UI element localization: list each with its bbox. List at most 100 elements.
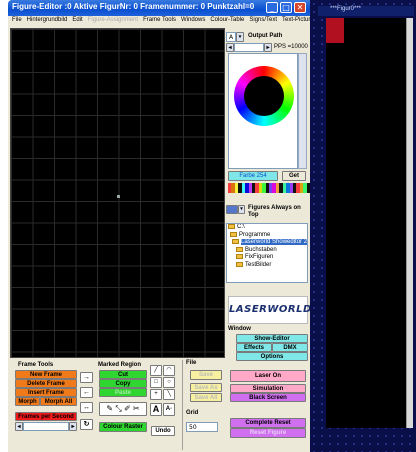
- menu-item[interactable]: Hintergrundbild: [27, 17, 68, 26]
- morph-all-button[interactable]: Morph All: [40, 397, 77, 406]
- text-size-icon[interactable]: A◦: [163, 403, 175, 416]
- close-button[interactable]: ✕: [294, 2, 306, 13]
- black-screen-button[interactable]: Black Screen: [230, 393, 306, 402]
- save-button[interactable]: Save: [190, 370, 222, 380]
- complete-reset-button[interactable]: Complete Reset: [230, 418, 306, 428]
- figures-toggle[interactable]: [226, 205, 238, 214]
- colour-wheel[interactable]: [234, 66, 294, 126]
- output-path-dropdown[interactable]: ▾: [236, 32, 244, 42]
- fps-scrollbar[interactable]: [23, 422, 69, 431]
- tree-item-label: Programme: [239, 231, 271, 238]
- rotate-icon[interactable]: ↻: [80, 419, 93, 430]
- tree-item[interactable]: TestBilder: [227, 261, 307, 270]
- origin-marker: [117, 195, 120, 198]
- insert-frame-button[interactable]: Insert Frame: [15, 388, 77, 397]
- arrow-both-icon[interactable]: ↔: [80, 402, 93, 413]
- pps-label: PPS =10000: [274, 44, 308, 50]
- tree-item-label: C:\: [237, 224, 245, 230]
- options-button[interactable]: Options: [236, 352, 308, 361]
- curve-tool-icon[interactable]: ◠: [163, 365, 175, 376]
- line-tool-icon[interactable]: ╱: [150, 365, 162, 376]
- save-all-button[interactable]: Save All: [190, 393, 222, 402]
- new-frame-button[interactable]: New Frame: [15, 370, 77, 379]
- window-title: Figure-Editor :0 Aktive FigurNr: 0 Frame…: [12, 2, 255, 11]
- cut-button[interactable]: Cut: [99, 370, 147, 379]
- pps-scrollbar[interactable]: [234, 43, 264, 52]
- copy-button[interactable]: Copy: [99, 379, 147, 388]
- farbe-display: Farbe 254: [228, 171, 278, 181]
- minimize-button[interactable]: _: [266, 2, 278, 13]
- tree-item-label: Laserworld Showeditor 200: [241, 239, 307, 245]
- morph-button[interactable]: Morph: [15, 397, 40, 406]
- tree-item-label: Buchstaben: [245, 246, 277, 253]
- monitor-scrollbar[interactable]: [406, 18, 413, 428]
- tree-item[interactable]: FixFiguren: [227, 254, 307, 262]
- file-group-title: File: [186, 360, 197, 366]
- folder-icon: [232, 239, 239, 244]
- monitor-marker: [326, 18, 344, 43]
- laser-on-button[interactable]: Laser On: [230, 370, 306, 382]
- undo-button[interactable]: Undo: [151, 426, 175, 436]
- fps-right-arrow[interactable]: ▸: [69, 422, 77, 431]
- ellipse-tool-icon[interactable]: ○: [163, 377, 175, 388]
- reset-figure-button[interactable]: Reset Figure: [230, 428, 306, 438]
- monitor-canvas[interactable]: [326, 18, 411, 428]
- tree-item-label: TestBilder: [245, 261, 272, 268]
- save-as-button[interactable]: Save As: [190, 383, 222, 392]
- arrow-left-icon[interactable]: ←: [80, 387, 93, 398]
- paste-button[interactable]: Paste: [99, 388, 147, 397]
- right-panel: A ▾ Output Path ◂ ▸ PPS =10000 Farbe 254…: [226, 28, 311, 361]
- menu-item[interactable]: Figure-Assignment: [88, 17, 138, 26]
- tree-item[interactable]: Laserworld Showeditor 200: [227, 239, 307, 247]
- menu-bar: File Hintergrundbild Edit Figure-Assignment…: [8, 16, 310, 26]
- folder-icon: [236, 254, 243, 259]
- menu-item[interactable]: Frame Tools: [143, 17, 176, 26]
- file-tree[interactable]: C:\ Programme Laserworld Showeditor 200 Buc…: [226, 223, 308, 283]
- grid-input[interactable]: 50: [186, 422, 218, 432]
- simulation-button[interactable]: Simulation: [230, 384, 306, 393]
- window-titlebar: Figure-Editor :0 Aktive FigurNr: 0 Frame…: [8, 0, 310, 16]
- grid-label: Grid: [186, 410, 199, 416]
- folder-icon: [236, 246, 243, 252]
- output-path-label: Output Path: [248, 33, 283, 39]
- folder-icon: [236, 261, 243, 267]
- drawing-canvas[interactable]: [10, 28, 225, 358]
- menu-item[interactable]: Signs/Text: [249, 17, 277, 26]
- fps-left-arrow[interactable]: ◂: [15, 422, 23, 431]
- pps-left-arrow[interactable]: ◂: [226, 43, 234, 52]
- tree-item-label: FixFiguren: [245, 254, 274, 260]
- text-tool-icon[interactable]: A: [150, 403, 162, 416]
- tree-item[interactable]: C:\: [227, 224, 307, 232]
- effects-button[interactable]: Effects: [236, 343, 272, 352]
- cross-tool-icon[interactable]: +: [150, 389, 162, 400]
- show-editor-button[interactable]: Show-Editor: [236, 334, 308, 343]
- colour-palette[interactable]: [228, 183, 311, 193]
- figures-dropdown[interactable]: ▾: [238, 205, 245, 214]
- rectangle-tool-icon[interactable]: □: [150, 377, 162, 388]
- arrow-right-icon[interactable]: →: [80, 372, 93, 383]
- menu-item[interactable]: Windows: [181, 17, 205, 26]
- frames-per-second-button[interactable]: Frames per Second: [15, 412, 77, 421]
- colour-raster-button[interactable]: Colour Raster: [99, 422, 147, 432]
- colour-scrollbar[interactable]: [298, 53, 307, 169]
- folder-icon: [228, 224, 235, 229]
- get-button[interactable]: Get: [282, 171, 306, 181]
- maximize-button[interactable]: □: [280, 2, 292, 13]
- menu-item[interactable]: File: [12, 17, 22, 26]
- dmx-button[interactable]: DMX: [272, 343, 308, 352]
- diagonal-tool-icon[interactable]: ╲: [163, 389, 175, 400]
- tree-item[interactable]: Buchstaben: [227, 246, 307, 255]
- delete-frame-button[interactable]: Delete Frame: [15, 379, 77, 388]
- drawing-tools-icons[interactable]: ✎ ⤡ ✐ ✂: [99, 402, 147, 416]
- pps-right-arrow[interactable]: ▸: [264, 43, 272, 52]
- menu-item[interactable]: Colour-Table: [210, 17, 244, 26]
- colour-wheel-panel[interactable]: [228, 53, 298, 169]
- laserworld-logo: LASERWORLD: [228, 296, 311, 324]
- monitor-title: ***Figur0***: [318, 6, 414, 16]
- menu-item[interactable]: Text-Picture: [282, 17, 310, 26]
- frame-tools-title: Frame Tools: [18, 362, 54, 368]
- folder-icon: [230, 231, 237, 237]
- output-path-selector[interactable]: A: [226, 32, 236, 42]
- menu-item[interactable]: Edit: [72, 17, 82, 26]
- tree-item[interactable]: Programme: [227, 231, 307, 240]
